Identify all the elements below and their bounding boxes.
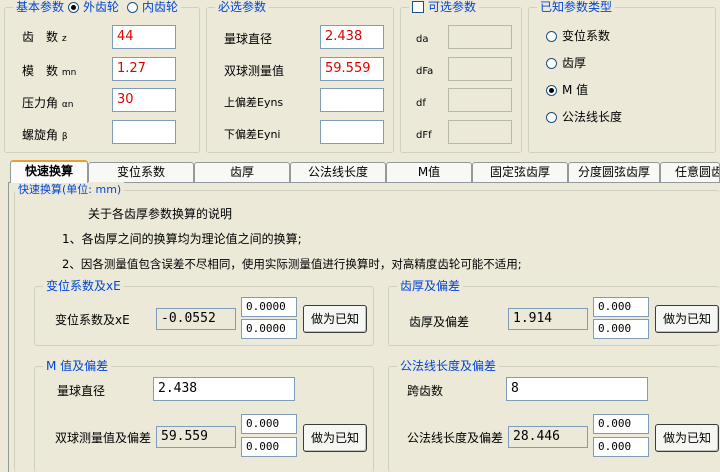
span-dev-lower: 0.000 — [593, 437, 649, 457]
known-span-label[interactable]: 公法线长度 — [562, 109, 622, 125]
da-input — [448, 25, 512, 49]
teeth-label: 齿 数 z — [22, 30, 67, 44]
required-params-title: 必选参数 — [215, 0, 270, 15]
tab-mvalue[interactable]: M值 — [386, 162, 472, 182]
mvalue-dev-upper: 0.000 — [241, 414, 297, 434]
basic-params-title: 基本参数 外齿轮 内齿轮 — [13, 0, 182, 15]
tab-chordal-fixed[interactable]: 固定弦齿厚 — [472, 162, 568, 182]
external-gear-radio[interactable] — [68, 1, 80, 13]
basic-params-label: 基本参数 — [16, 0, 65, 14]
shift-title: 变位系数及xE — [43, 278, 124, 294]
known-span-radio[interactable] — [546, 112, 557, 123]
optional-params-label[interactable]: 可选参数 — [428, 0, 476, 15]
mvalue-value: 59.559 — [156, 426, 236, 448]
internal-gear-label[interactable]: 内齿轮 — [142, 0, 178, 15]
known-mvalue-label[interactable]: M 值 — [562, 82, 588, 98]
thickness-dev-upper: 0.000 — [593, 297, 649, 317]
module-label: 模 数 mn — [22, 64, 77, 78]
shift-value: -0.0552 — [156, 308, 236, 330]
optional-params-checkbox[interactable] — [412, 1, 424, 13]
external-gear-label[interactable]: 外齿轮 — [83, 0, 119, 15]
mvalue-dev-lower: 0.000 — [241, 437, 297, 457]
shift-set-known-button[interactable]: 做为已知 — [303, 305, 367, 333]
ball-diameter-input[interactable]: 2.438 — [320, 25, 384, 49]
lower-deviation-label: 下偏差Eyni — [224, 128, 281, 141]
da-label: da — [416, 34, 429, 45]
mvalue-ball-label: 量球直径 — [57, 384, 106, 398]
span-teeth-input[interactable]: 8 — [506, 377, 648, 401]
note-line-1: 1、各齿厚之间的换算均为理论值之间的换算; — [62, 232, 302, 246]
lower-deviation-input[interactable] — [320, 120, 384, 144]
shift-dev-upper: 0.0000 — [241, 297, 297, 317]
tab-chordal-pitch[interactable]: 分度圆弦齿厚 — [568, 162, 660, 182]
helix-angle-label: 螺旋角 β — [22, 128, 68, 142]
tab-thickness[interactable]: 齿厚 — [194, 162, 290, 182]
dfa-input — [448, 57, 512, 81]
note-title: 关于各齿厚参数换算的说明 — [88, 207, 233, 221]
helix-angle-input[interactable] — [112, 120, 176, 144]
known-shift-radio[interactable] — [546, 31, 557, 42]
thickness-dev-lower: 0.000 — [593, 319, 649, 339]
df-input — [448, 88, 512, 112]
thickness-title: 齿厚及偏差 — [397, 278, 464, 294]
quick-title: 快速换算(单位: mm) — [15, 182, 125, 198]
known-shift-label[interactable]: 变位系数 — [562, 28, 610, 44]
tab-span[interactable]: 公法线长度 — [290, 162, 386, 182]
span-title: 公法线长度及偏差 — [397, 358, 500, 374]
known-mvalue-radio[interactable] — [546, 85, 557, 96]
dff-label: dFf — [416, 130, 432, 141]
known-thickness-label[interactable]: 齿厚 — [562, 55, 586, 71]
double-ball-label: 双球测量值 — [224, 64, 285, 78]
dfa-label: dFa — [416, 66, 434, 77]
known-type-group: 已知参数类型 — [528, 0, 716, 153]
upper-deviation-input[interactable] — [320, 88, 384, 112]
note-line-2: 2、因各测量值包含误差不尽相同，使用实际测量值进行换算时，对高精度齿轮可能不适用… — [62, 257, 522, 271]
thickness-value: 1.914 — [508, 308, 588, 330]
tab-quick[interactable]: 快速换算 — [10, 160, 88, 183]
span-set-known-button[interactable]: 做为已知 — [655, 424, 719, 452]
ball-diameter-label: 量球直径 — [224, 32, 273, 46]
span-value: 28.446 — [508, 426, 588, 448]
internal-gear-radio[interactable] — [127, 1, 139, 13]
mvalue-title: M 值及偏差 — [43, 358, 112, 374]
known-type-title: 已知参数类型 — [537, 0, 616, 15]
module-input[interactable]: 1.27 — [112, 57, 176, 81]
mvalue-set-known-button[interactable]: 做为已知 — [303, 424, 367, 452]
teeth-input[interactable]: 44 — [112, 25, 176, 49]
known-thickness-radio[interactable] — [546, 58, 557, 69]
mvalue-ball-input[interactable]: 2.438 — [153, 377, 295, 401]
tab-shift[interactable]: 变位系数 — [88, 162, 194, 182]
thickness-set-known-button[interactable]: 做为已知 — [655, 305, 719, 333]
shift-label: 变位系数及xE — [55, 313, 130, 327]
double-ball-input[interactable]: 59.559 — [320, 57, 384, 81]
span-teeth-label: 跨齿数 — [407, 384, 444, 398]
dff-input — [448, 120, 512, 144]
thickness-label: 齿厚及偏差 — [409, 315, 470, 329]
span-label: 公法线长度及偏差 — [407, 431, 504, 445]
df-label: df — [416, 98, 426, 109]
mvalue-label: 双球测量值及偏差 — [55, 431, 152, 445]
span-dev-upper: 0.000 — [593, 414, 649, 434]
tab-arbitrary-circle[interactable]: 任意圆齿厚 — [660, 162, 720, 182]
pressure-angle-label: 压力角 αn — [22, 96, 74, 110]
pressure-angle-input[interactable]: 30 — [112, 88, 176, 112]
upper-deviation-label: 上偏差Eyns — [224, 96, 284, 109]
optional-params-title: 可选参数 — [409, 0, 480, 15]
shift-dev-lower: 0.0000 — [241, 319, 297, 339]
